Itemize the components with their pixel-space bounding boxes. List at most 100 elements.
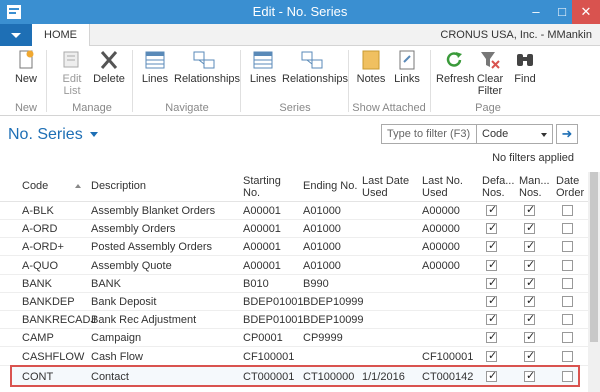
cell-lastno[interactable]: A00000 xyxy=(422,260,460,272)
checkbox-man[interactable] xyxy=(524,203,535,216)
filter-field-select[interactable]: Code xyxy=(477,124,553,144)
checkbox-def[interactable] xyxy=(486,239,497,253)
checkbox-man[interactable] xyxy=(524,294,535,307)
column-header-date-order[interactable]: Date Order xyxy=(556,175,586,199)
delete-button[interactable]: Delete xyxy=(92,50,126,85)
cell-lastno[interactable]: A00000 xyxy=(422,205,460,217)
cell-end[interactable]: CT100000 xyxy=(303,371,354,383)
cell-code[interactable]: BANKRECADJ xyxy=(22,314,96,326)
table-row[interactable]: BANKRECADJ Bank Rec Adjustment BDEP01001 BD… xyxy=(0,311,588,330)
cell-code[interactable]: CAMP xyxy=(22,332,54,344)
cell-desc[interactable]: Campaign xyxy=(91,332,141,344)
refresh-button[interactable]: Refresh xyxy=(436,50,475,85)
cell-start[interactable]: A00001 xyxy=(243,205,281,217)
column-header-last-no-used[interactable]: Last No. Used xyxy=(422,175,468,199)
cell-start[interactable]: CT000001 xyxy=(243,371,294,383)
table-row[interactable]: CASHFLOW Cash Flow CF100001 CF100001 xyxy=(0,348,588,366)
cell-code[interactable]: BANKDEP xyxy=(22,296,75,308)
checkbox-date[interactable] xyxy=(562,296,573,307)
checkbox-man[interactable] xyxy=(524,276,535,289)
cell-lastno[interactable]: A00000 xyxy=(422,241,460,253)
checkbox-def[interactable] xyxy=(486,276,497,289)
cell-code[interactable]: A-QUO xyxy=(22,260,58,272)
cell-end[interactable]: A01000 xyxy=(303,223,341,235)
column-header-ending-no[interactable]: Ending No. xyxy=(303,180,357,192)
navigate-relationships-button[interactable]: Relationships xyxy=(174,50,240,85)
table-row[interactable]: A-ORD+ Posted Assembly Orders A00001 A01000… xyxy=(0,238,588,257)
cell-desc[interactable]: Cash Flow xyxy=(91,351,143,363)
checkbox-man[interactable] xyxy=(524,330,535,344)
scrollbar-thumb[interactable] xyxy=(590,172,598,342)
cell-start[interactable]: CP0001 xyxy=(243,332,283,344)
column-header-default-nos[interactable]: Defa... Nos. xyxy=(482,175,514,199)
page-title-dropdown-icon[interactable] xyxy=(90,132,98,137)
checkbox-man[interactable] xyxy=(524,349,535,362)
column-header-last-date-used[interactable]: Last Date Used xyxy=(362,175,410,199)
cell-code[interactable]: A-BLK xyxy=(22,205,54,217)
table-row[interactable]: A-BLK Assembly Blanket Orders A00001 A01000… xyxy=(0,202,588,220)
minimize-button[interactable]: – xyxy=(522,0,550,24)
cell-desc[interactable]: Contact xyxy=(91,371,129,383)
navigate-lines-button[interactable]: Lines xyxy=(140,50,170,85)
cell-end[interactable]: B990 xyxy=(303,278,329,290)
cell-desc[interactable]: Posted Assembly Orders xyxy=(91,241,212,253)
checkbox-date[interactable] xyxy=(562,370,573,382)
cell-end[interactable]: A01000 xyxy=(303,205,341,217)
cell-desc[interactable]: Bank Deposit xyxy=(91,296,156,308)
checkbox-man[interactable] xyxy=(524,312,535,326)
checkbox-date[interactable] xyxy=(562,332,573,344)
cell-end[interactable]: A01000 xyxy=(303,241,341,253)
cell-desc[interactable]: Assembly Orders xyxy=(91,223,175,235)
cell-lastno[interactable]: A00000 xyxy=(422,223,460,235)
column-header-code[interactable]: Code xyxy=(22,180,48,192)
application-menu-button[interactable] xyxy=(0,24,32,46)
cell-desc[interactable]: Bank Rec Adjustment xyxy=(91,314,196,326)
checkbox-man[interactable] xyxy=(524,221,535,235)
checkbox-def[interactable] xyxy=(486,294,497,307)
table-row[interactable]: BANK BANK B010 B990 xyxy=(0,275,588,293)
cell-lastno[interactable]: CT000142 xyxy=(422,371,473,383)
cell-lastno[interactable]: CF100001 xyxy=(422,351,473,363)
cell-end[interactable]: CP9999 xyxy=(303,332,343,344)
cell-end[interactable]: BDEP10999 xyxy=(303,296,364,308)
table-row-selected[interactable]: CONT Contact CT000001 CT100000 1/1/2016 CT000… xyxy=(10,364,580,387)
cell-code[interactable]: BANK xyxy=(22,278,52,290)
checkbox-date[interactable] xyxy=(562,205,573,216)
new-button[interactable]: New xyxy=(10,50,42,85)
cell-start[interactable]: B010 xyxy=(243,278,269,290)
series-lines-button[interactable]: Lines xyxy=(248,50,278,85)
apply-filter-button[interactable]: ➜ xyxy=(556,124,578,144)
clear-filter-button[interactable]: Clear Filter xyxy=(474,50,506,97)
column-header-manual-nos[interactable]: Man... Nos. xyxy=(519,175,550,199)
cell-desc[interactable]: BANK xyxy=(91,278,121,290)
checkbox-def[interactable] xyxy=(486,203,497,216)
cell-start[interactable]: BDEP01001 xyxy=(243,314,304,326)
links-button[interactable]: Links xyxy=(392,50,422,85)
find-button[interactable]: Find xyxy=(510,50,540,85)
notes-button[interactable]: Notes xyxy=(356,50,386,85)
checkbox-date[interactable] xyxy=(562,350,573,362)
column-header-description[interactable]: Description xyxy=(91,180,146,192)
close-button[interactable]: ✕ xyxy=(572,0,600,24)
checkbox-def[interactable] xyxy=(486,312,497,326)
checkbox-man[interactable] xyxy=(524,258,535,271)
cell-code[interactable]: A-ORD+ xyxy=(22,241,64,253)
checkbox-def[interactable] xyxy=(486,221,497,235)
checkbox-def[interactable] xyxy=(486,330,497,344)
checkbox-def[interactable] xyxy=(486,258,497,271)
cell-code[interactable]: CASHFLOW xyxy=(22,351,84,363)
vertical-scrollbar[interactable] xyxy=(588,172,600,392)
tab-home[interactable]: HOME xyxy=(32,24,90,46)
cell-desc[interactable]: Assembly Blanket Orders xyxy=(91,205,215,217)
table-row[interactable]: CAMP Campaign CP0001 CP9999 xyxy=(0,329,588,348)
cell-code[interactable]: CONT xyxy=(22,371,53,383)
column-header-starting-no[interactable]: Starting No. xyxy=(243,175,285,199)
cell-start[interactable]: A00001 xyxy=(243,223,281,235)
checkbox-date[interactable] xyxy=(562,241,573,253)
cell-code[interactable]: A-ORD xyxy=(22,223,57,235)
checkbox-date[interactable] xyxy=(562,277,573,289)
table-row[interactable]: A-ORD Assembly Orders A00001 A01000 A00000 xyxy=(0,220,588,239)
filter-input[interactable]: Type to filter (F3) xyxy=(381,124,477,144)
cell-lastdate[interactable]: 1/1/2016 xyxy=(362,371,405,383)
checkbox-date[interactable] xyxy=(562,223,573,235)
